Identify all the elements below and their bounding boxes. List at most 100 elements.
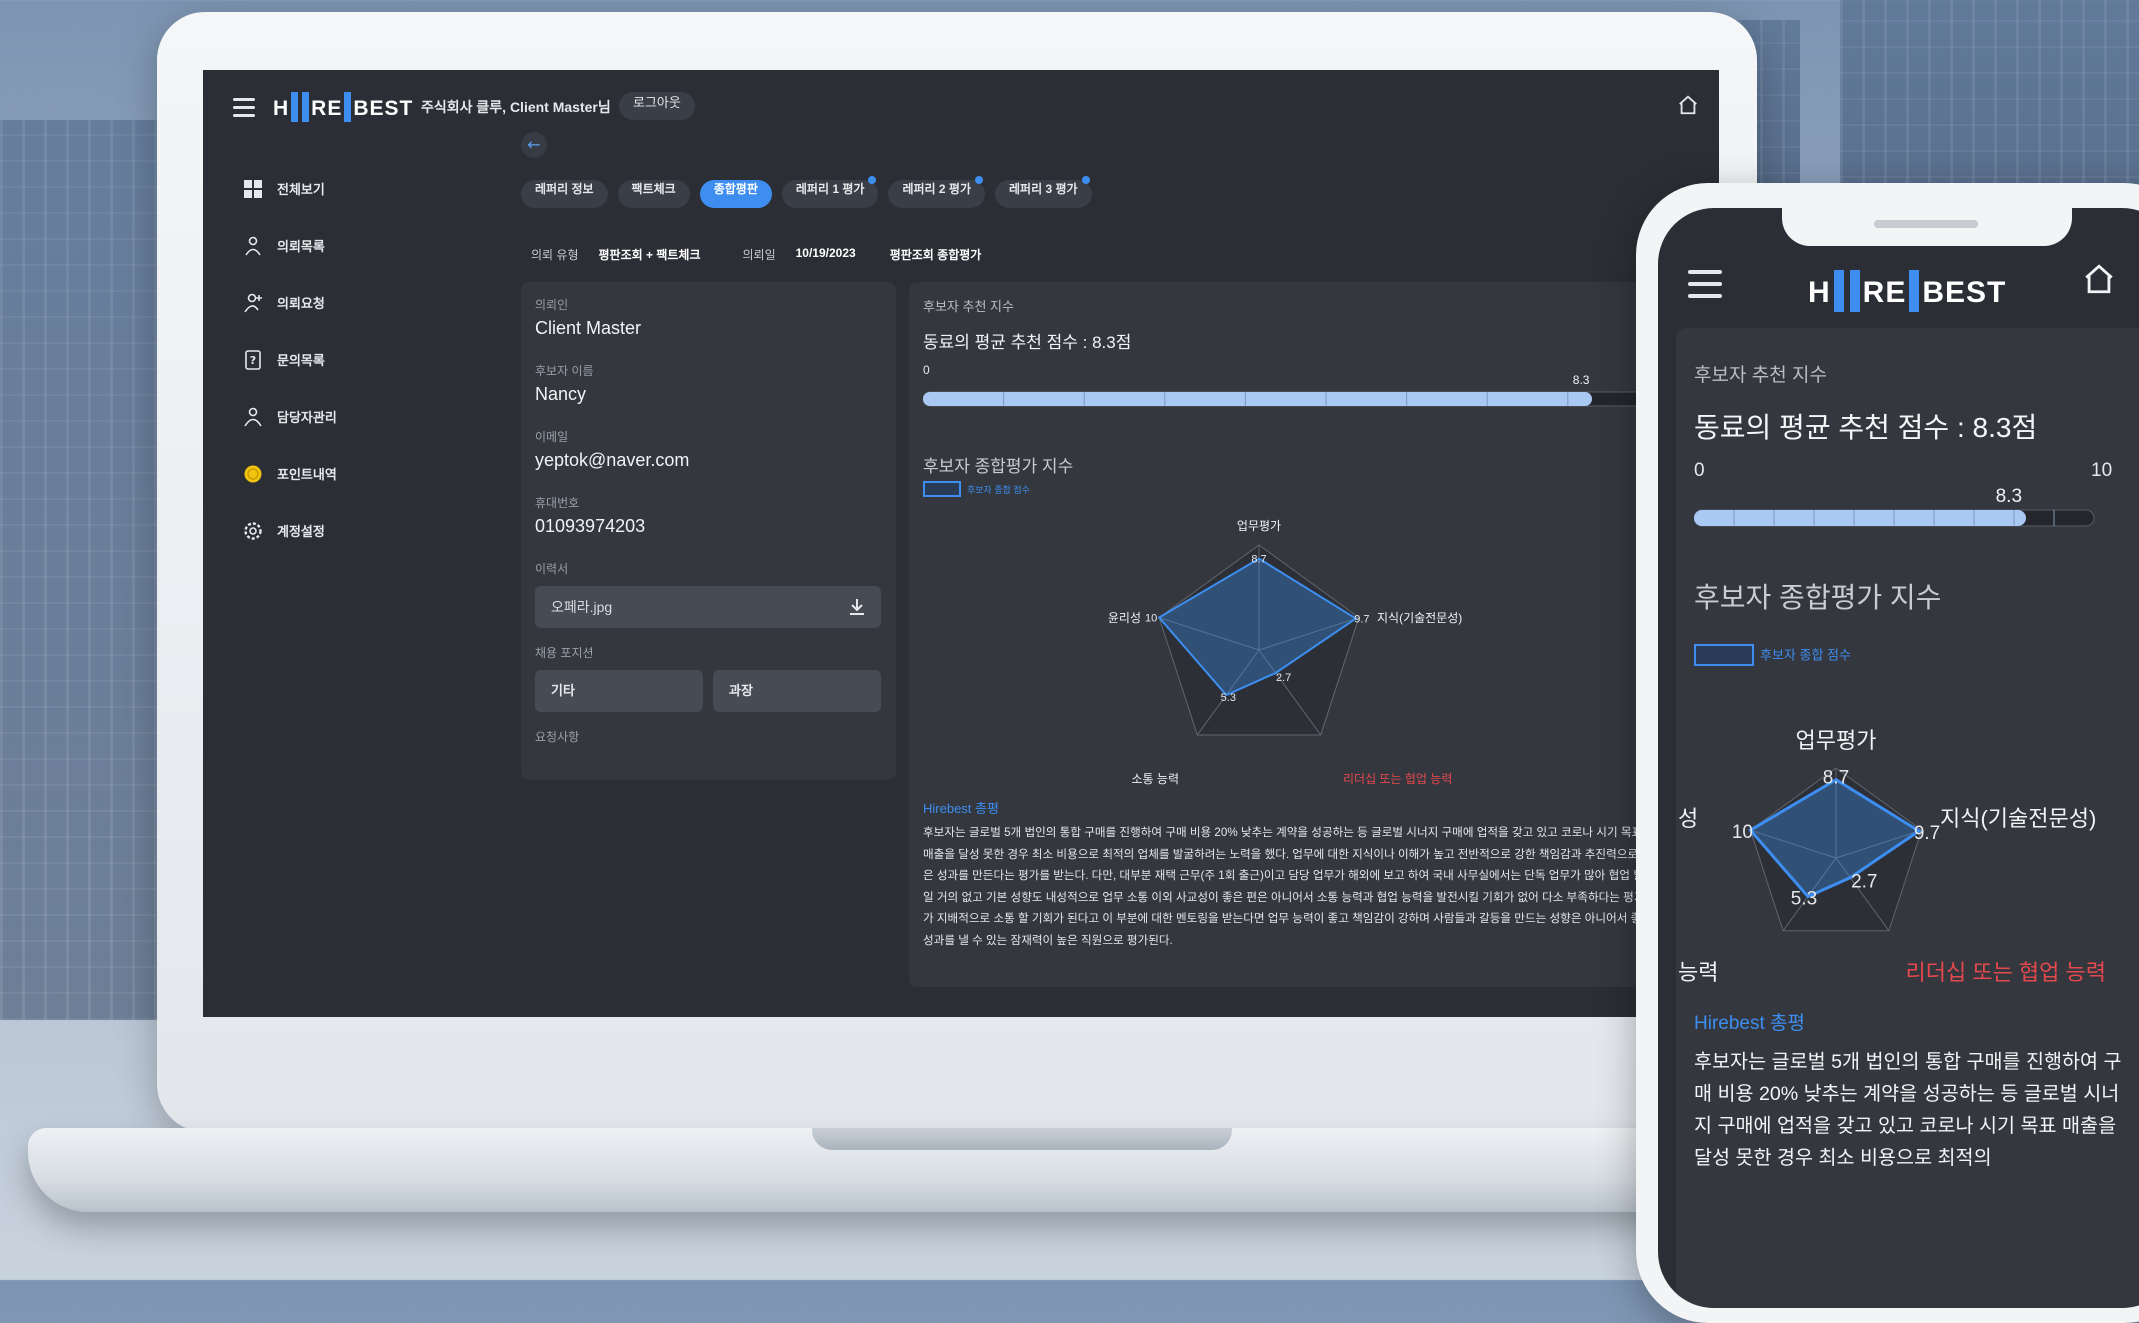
chart-legend: 후보자 종합 점수 bbox=[1694, 644, 1851, 666]
sidebar-item-label: 문의목록 bbox=[277, 353, 325, 368]
sidebar-item-overview[interactable]: 전체보기 bbox=[243, 160, 423, 217]
legend-swatch bbox=[923, 480, 961, 497]
tab-factcheck[interactable]: 팩트체크 bbox=[617, 180, 690, 208]
request-date-label: 의뢰일 bbox=[742, 248, 776, 262]
sidebar-item-points[interactable]: 포인트내역 bbox=[243, 445, 423, 502]
bar-score-label: 8.3 bbox=[1573, 373, 1590, 387]
phone-notch bbox=[1782, 200, 2072, 246]
candidate-info-card: 의뢰인 Client Master 후보자 이름 Nancy 이메일 yepto… bbox=[521, 282, 896, 780]
sidebar-item-label: 담당자관리 bbox=[277, 410, 337, 425]
person-list-icon bbox=[245, 236, 261, 255]
logo-text: RE bbox=[311, 97, 343, 120]
position-field-1[interactable]: 기타 bbox=[535, 670, 703, 712]
radar-value-label: 10 bbox=[1732, 822, 1753, 843]
recommend-score-bar: 0 10 8.3 bbox=[1694, 460, 2112, 527]
resume-file[interactable]: 오페라.jpg bbox=[535, 586, 881, 628]
request-date-value: 10/19/2023 bbox=[795, 246, 856, 260]
radar-value-label: 10 bbox=[1145, 613, 1157, 625]
sidebar-item-settings[interactable]: 계정설정 bbox=[243, 502, 423, 559]
legend-label: 후보자 종합 점수 bbox=[967, 485, 1030, 495]
tab-bar: 레퍼리 정보 팩트체크 종합평판 레퍼리 1 평가 레퍼리 2 평가 레퍼리 3… bbox=[521, 176, 1092, 208]
recommend-headline: 동료의 평균 추천 점수 : 8.3점 bbox=[1694, 412, 2038, 443]
section-title: 평판조회 종합평가 bbox=[889, 248, 982, 262]
overall-index-title: 후보자 종합평가 지수 bbox=[1694, 582, 1942, 613]
radar-value-label: 2.7 bbox=[1851, 872, 1877, 893]
radar-value-label: 5.3 bbox=[1791, 889, 1817, 910]
recommend-index-title: 후보자 추천 지수 bbox=[1694, 365, 1827, 386]
request-notes-label: 요청사항 bbox=[535, 730, 580, 744]
phone-screen: H RE BEST 후보자 추천 지수 동료의 평균 추천 점수 : 8.3점 0 … bbox=[1658, 208, 2139, 1308]
radar-category-label: 리더십 또는 협업 능력 bbox=[1343, 772, 1452, 786]
sidebar: 전체보기 의뢰목록 의뢰요청 ? 문의목록 담당자관리 포인트내역 계정설정 bbox=[243, 160, 423, 559]
radar-chart: 8.7 9.7 2.7 5.3 10 업무평가지식(기술전문성) 리더십 또는 협업 능력 능… bbox=[1678, 728, 2107, 985]
email-label: 이메일 bbox=[535, 430, 569, 444]
radar-value-label: 9.7 bbox=[1914, 823, 1940, 844]
logout-button[interactable]: 로그아웃 bbox=[619, 92, 695, 120]
resume-file-name: 오페라.jpg bbox=[551, 599, 613, 615]
bar-fill bbox=[923, 392, 1592, 406]
logo-text: RE bbox=[1862, 276, 1907, 309]
svg-text:?: ? bbox=[250, 354, 256, 367]
download-icon[interactable] bbox=[847, 597, 867, 617]
hirebest-logo[interactable]: H RE BEST bbox=[273, 92, 413, 122]
sidebar-item-label: 전체보기 bbox=[277, 182, 325, 197]
grid-icon bbox=[244, 179, 262, 198]
notification-dot bbox=[974, 176, 983, 184]
hirebest-summary-title: Hirebest 총평 bbox=[1694, 1013, 1805, 1034]
sidebar-item-request[interactable]: 의뢰요청 bbox=[243, 274, 423, 331]
legend-label: 후보자 종합 점수 bbox=[1760, 647, 1851, 663]
radar-value-label: 2.7 bbox=[1276, 672, 1291, 684]
menu-icon[interactable] bbox=[233, 98, 255, 117]
person-request-icon bbox=[244, 293, 262, 312]
tab-referee-info[interactable]: 레퍼리 정보 bbox=[521, 180, 608, 208]
legend-swatch bbox=[1694, 644, 1754, 666]
recommend-score-bar: 0 8.3 bbox=[923, 363, 1719, 407]
position-label: 채용 포지션 bbox=[535, 646, 594, 660]
radar-category-label: 소통 능력 bbox=[1132, 772, 1180, 786]
sidebar-item-label: 의뢰요청 bbox=[277, 296, 325, 311]
sidebar-item-managers[interactable]: 담당자관리 bbox=[243, 388, 423, 445]
tab-overall-reputation[interactable]: 종합평판 bbox=[699, 180, 772, 208]
tab-referee-3[interactable]: 레퍼리 3 평가 bbox=[994, 176, 1092, 208]
recommend-headline: 동료의 평균 추천 점수 : 8.3점 bbox=[923, 333, 1132, 352]
bar-max-label: 10 bbox=[2091, 460, 2112, 481]
bar-track: 8.3 bbox=[923, 373, 1719, 407]
recommend-index-title: 후보자 추천 지수 bbox=[923, 299, 1014, 314]
home-icon[interactable] bbox=[2082, 262, 2116, 296]
radar-value-label: 8.7 bbox=[1823, 768, 1849, 789]
radar-category-label: 성 bbox=[1678, 806, 1698, 831]
laptop-notch bbox=[812, 1128, 1232, 1150]
hirebest-logo[interactable]: H RE BEST bbox=[1808, 270, 2006, 312]
coin-icon bbox=[244, 465, 262, 482]
candidate-name-label: 후보자 이름 bbox=[535, 364, 594, 378]
question-doc-icon: ? bbox=[245, 349, 261, 370]
bar-score-label: 8.3 bbox=[1996, 486, 2022, 507]
background-building bbox=[0, 120, 170, 1020]
position-field-2[interactable]: 과장 bbox=[713, 670, 881, 712]
radar-category-label: 업무평가 bbox=[1237, 519, 1281, 533]
tab-referee-2[interactable]: 레퍼리 2 평가 bbox=[888, 176, 985, 208]
sidebar-item-request-list[interactable]: 의뢰목록 bbox=[243, 217, 423, 274]
radar-category-label: 업무평가 bbox=[1796, 728, 1877, 753]
tab-referee-1[interactable]: 레퍼리 1 평가 bbox=[781, 176, 879, 208]
candidate-name-value: Nancy bbox=[535, 384, 587, 404]
chart-legend: 후보자 종합 점수 bbox=[923, 478, 1030, 497]
logo-bar-icon bbox=[1849, 270, 1860, 312]
notification-dot bbox=[1081, 176, 1090, 184]
menu-icon[interactable] bbox=[1688, 270, 1722, 306]
logo-text: H bbox=[1808, 276, 1831, 309]
sidebar-item-inquiries[interactable]: ? 문의목록 bbox=[243, 331, 423, 388]
manager-icon bbox=[244, 407, 262, 426]
home-icon[interactable] bbox=[1677, 94, 1699, 116]
resume-label: 이력서 bbox=[535, 562, 569, 576]
logo-text: BEST bbox=[353, 97, 414, 120]
sidebar-item-label: 포인트내역 bbox=[277, 467, 337, 482]
tab-label: 레퍼리 2 평가 bbox=[902, 182, 971, 196]
notification-dot bbox=[868, 176, 877, 184]
back-arrow-icon[interactable]: ← bbox=[521, 132, 547, 158]
radar-value-label: 9.7 bbox=[1354, 614, 1369, 626]
radar-category-label: 리더십 또는 협업 능력 bbox=[1906, 960, 2107, 985]
email-value: yeptok@naver.com bbox=[535, 450, 690, 470]
logo-bar-icon bbox=[302, 92, 310, 122]
company-user-label: 주식회사 클루, Client Master님 bbox=[421, 99, 611, 115]
